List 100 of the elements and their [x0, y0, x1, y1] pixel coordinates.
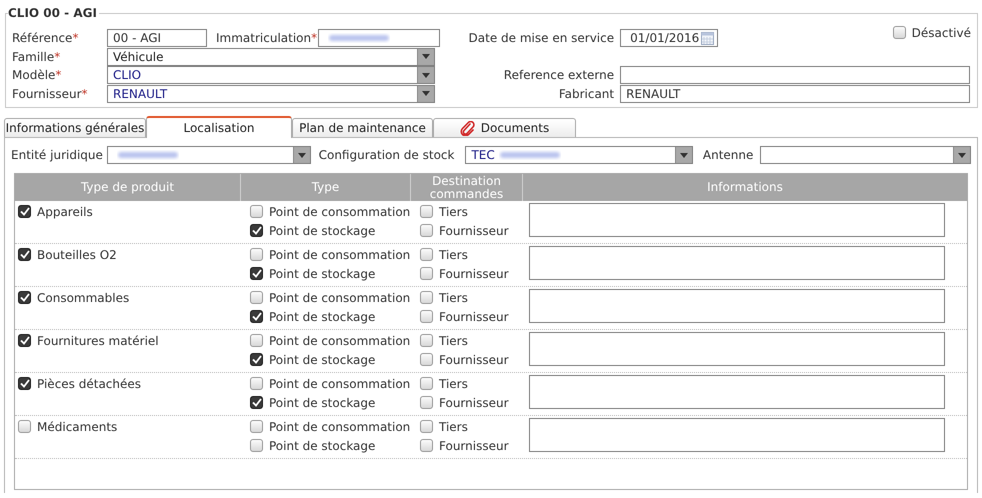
dropdown-field[interactable]: RENAULT — [107, 84, 435, 103]
caret-icon — [958, 152, 966, 158]
checkbox-label: Point de consommation — [269, 204, 410, 218]
checkbox-label: Point de stockage — [269, 310, 376, 324]
caret-icon — [422, 72, 430, 78]
checkbox[interactable] — [420, 377, 433, 390]
field-label: Reference externe — [502, 68, 614, 82]
checkbox[interactable] — [18, 334, 31, 347]
calendar-icon[interactable] — [701, 32, 714, 45]
checkbox[interactable] — [250, 267, 263, 280]
field-label: Antenne — [702, 148, 754, 162]
checkbox[interactable] — [420, 224, 433, 237]
checkbox[interactable] — [250, 396, 263, 409]
checkbox-label: Point de stockage — [269, 224, 376, 238]
column-header: Destination commandes — [411, 174, 523, 201]
dropdown-field[interactable]: CLIO — [107, 66, 435, 84]
checkbox[interactable] — [250, 377, 263, 390]
checkbox[interactable] — [250, 439, 263, 452]
checkbox[interactable] — [250, 310, 263, 323]
checkbox-label: Point de stockage — [269, 352, 376, 366]
checkbox[interactable] — [18, 248, 31, 261]
checkbox[interactable] — [250, 353, 263, 366]
checkbox[interactable] — [420, 420, 433, 433]
form-title: CLIO 00 - AGI — [8, 6, 98, 20]
checkbox-label: Fournisseur — [439, 438, 509, 452]
checkbox[interactable] — [250, 334, 263, 347]
caret-icon — [680, 152, 688, 158]
checkbox-label: Point de consommation — [269, 420, 410, 434]
dropdown-field[interactable]: Véhicule — [107, 48, 435, 66]
checkbox[interactable] — [420, 439, 433, 452]
caret-icon — [422, 91, 430, 96]
checkbox[interactable] — [250, 291, 263, 304]
field-label: Famille* — [12, 50, 62, 64]
checkbox-label: Tiers — [439, 290, 468, 304]
checkbox[interactable] — [420, 291, 433, 304]
text-area[interactable] — [529, 203, 945, 237]
checkbox-label: Consommables — [37, 290, 130, 304]
text-area[interactable] — [529, 375, 945, 409]
field-label: Fournisseur* — [12, 86, 89, 101]
field-label: Immatriculation* — [216, 31, 318, 46]
tab[interactable]: Informations générales — [4, 118, 146, 137]
checkbox[interactable] — [18, 377, 31, 390]
column-header: Informations — [706, 179, 784, 196]
dropdown-field[interactable] — [106, 146, 311, 164]
field-label: Entité juridique — [11, 148, 104, 162]
checkbox-label: Fournisseur — [439, 396, 509, 410]
checkbox-label: Pièces détachées — [37, 376, 142, 390]
checkbox-label: Fournisseur — [439, 352, 509, 366]
tab[interactable]: Documents — [433, 118, 576, 137]
checkbox-label: Point de consommation — [269, 290, 410, 304]
checkbox[interactable] — [420, 353, 433, 366]
column-header: Type — [241, 174, 411, 201]
text-area[interactable] — [529, 289, 945, 323]
checkbox-label: Fournitures matériel — [37, 334, 159, 348]
checkbox-label: Tiers — [439, 376, 468, 390]
checkbox[interactable] — [18, 205, 31, 218]
checkbox-label: Tiers — [439, 248, 468, 262]
checkbox-label: Fournisseur — [439, 310, 509, 324]
checkbox-label: Point de stockage — [269, 438, 376, 452]
field-label: Modèle* — [12, 68, 62, 82]
checkbox[interactable] — [420, 248, 433, 261]
checkbox[interactable] — [420, 310, 433, 323]
checkbox[interactable] — [420, 334, 433, 347]
checkbox-label: Bouteilles O2 — [37, 248, 117, 262]
checkbox[interactable] — [250, 205, 263, 218]
checkbox[interactable] — [892, 26, 906, 39]
checkbox[interactable] — [18, 291, 31, 304]
tab[interactable]: Localisation — [146, 116, 292, 138]
checkbox-label: Fournisseur — [439, 266, 509, 280]
date-field[interactable]: 01/01/2016 — [620, 29, 718, 48]
checkbox[interactable] — [420, 396, 433, 409]
checkbox-label: Appareils — [37, 204, 93, 218]
checkbox-label: Point de consommation — [269, 376, 410, 390]
checkbox[interactable] — [420, 267, 433, 280]
checkbox[interactable] — [18, 420, 31, 433]
checkbox[interactable] — [250, 248, 263, 261]
dropdown-field[interactable] — [760, 146, 971, 164]
tab[interactable]: Plan de maintenance — [292, 118, 433, 137]
text-area[interactable] — [529, 246, 945, 280]
text-field[interactable] — [318, 29, 440, 48]
checkbox-label: Point de stockage — [269, 396, 376, 410]
field-value: RENAULT — [113, 86, 168, 101]
checkbox-label: Point de consommation — [269, 334, 410, 348]
dropdown-field[interactable]: TEC — [465, 146, 693, 164]
checkbox[interactable] — [420, 205, 433, 218]
text-field[interactable]: RENAULT — [620, 84, 970, 103]
checkbox-label: Point de stockage — [269, 266, 376, 280]
field-value: Véhicule — [113, 50, 164, 64]
caret-icon — [422, 54, 430, 60]
field-label: Fabricant — [558, 86, 614, 101]
text-field[interactable] — [620, 66, 970, 84]
checkbox[interactable] — [250, 224, 263, 237]
checkbox[interactable] — [250, 420, 263, 433]
text-area[interactable] — [529, 332, 945, 366]
field-label: Référence* — [12, 31, 80, 46]
field-value: CLIO — [113, 68, 142, 82]
text-area[interactable] — [529, 418, 945, 452]
field-label: Date de mise en service — [468, 31, 614, 46]
text-field[interactable]: 00 - AGI — [107, 29, 207, 48]
field-label: Configuration de stock — [318, 148, 454, 162]
